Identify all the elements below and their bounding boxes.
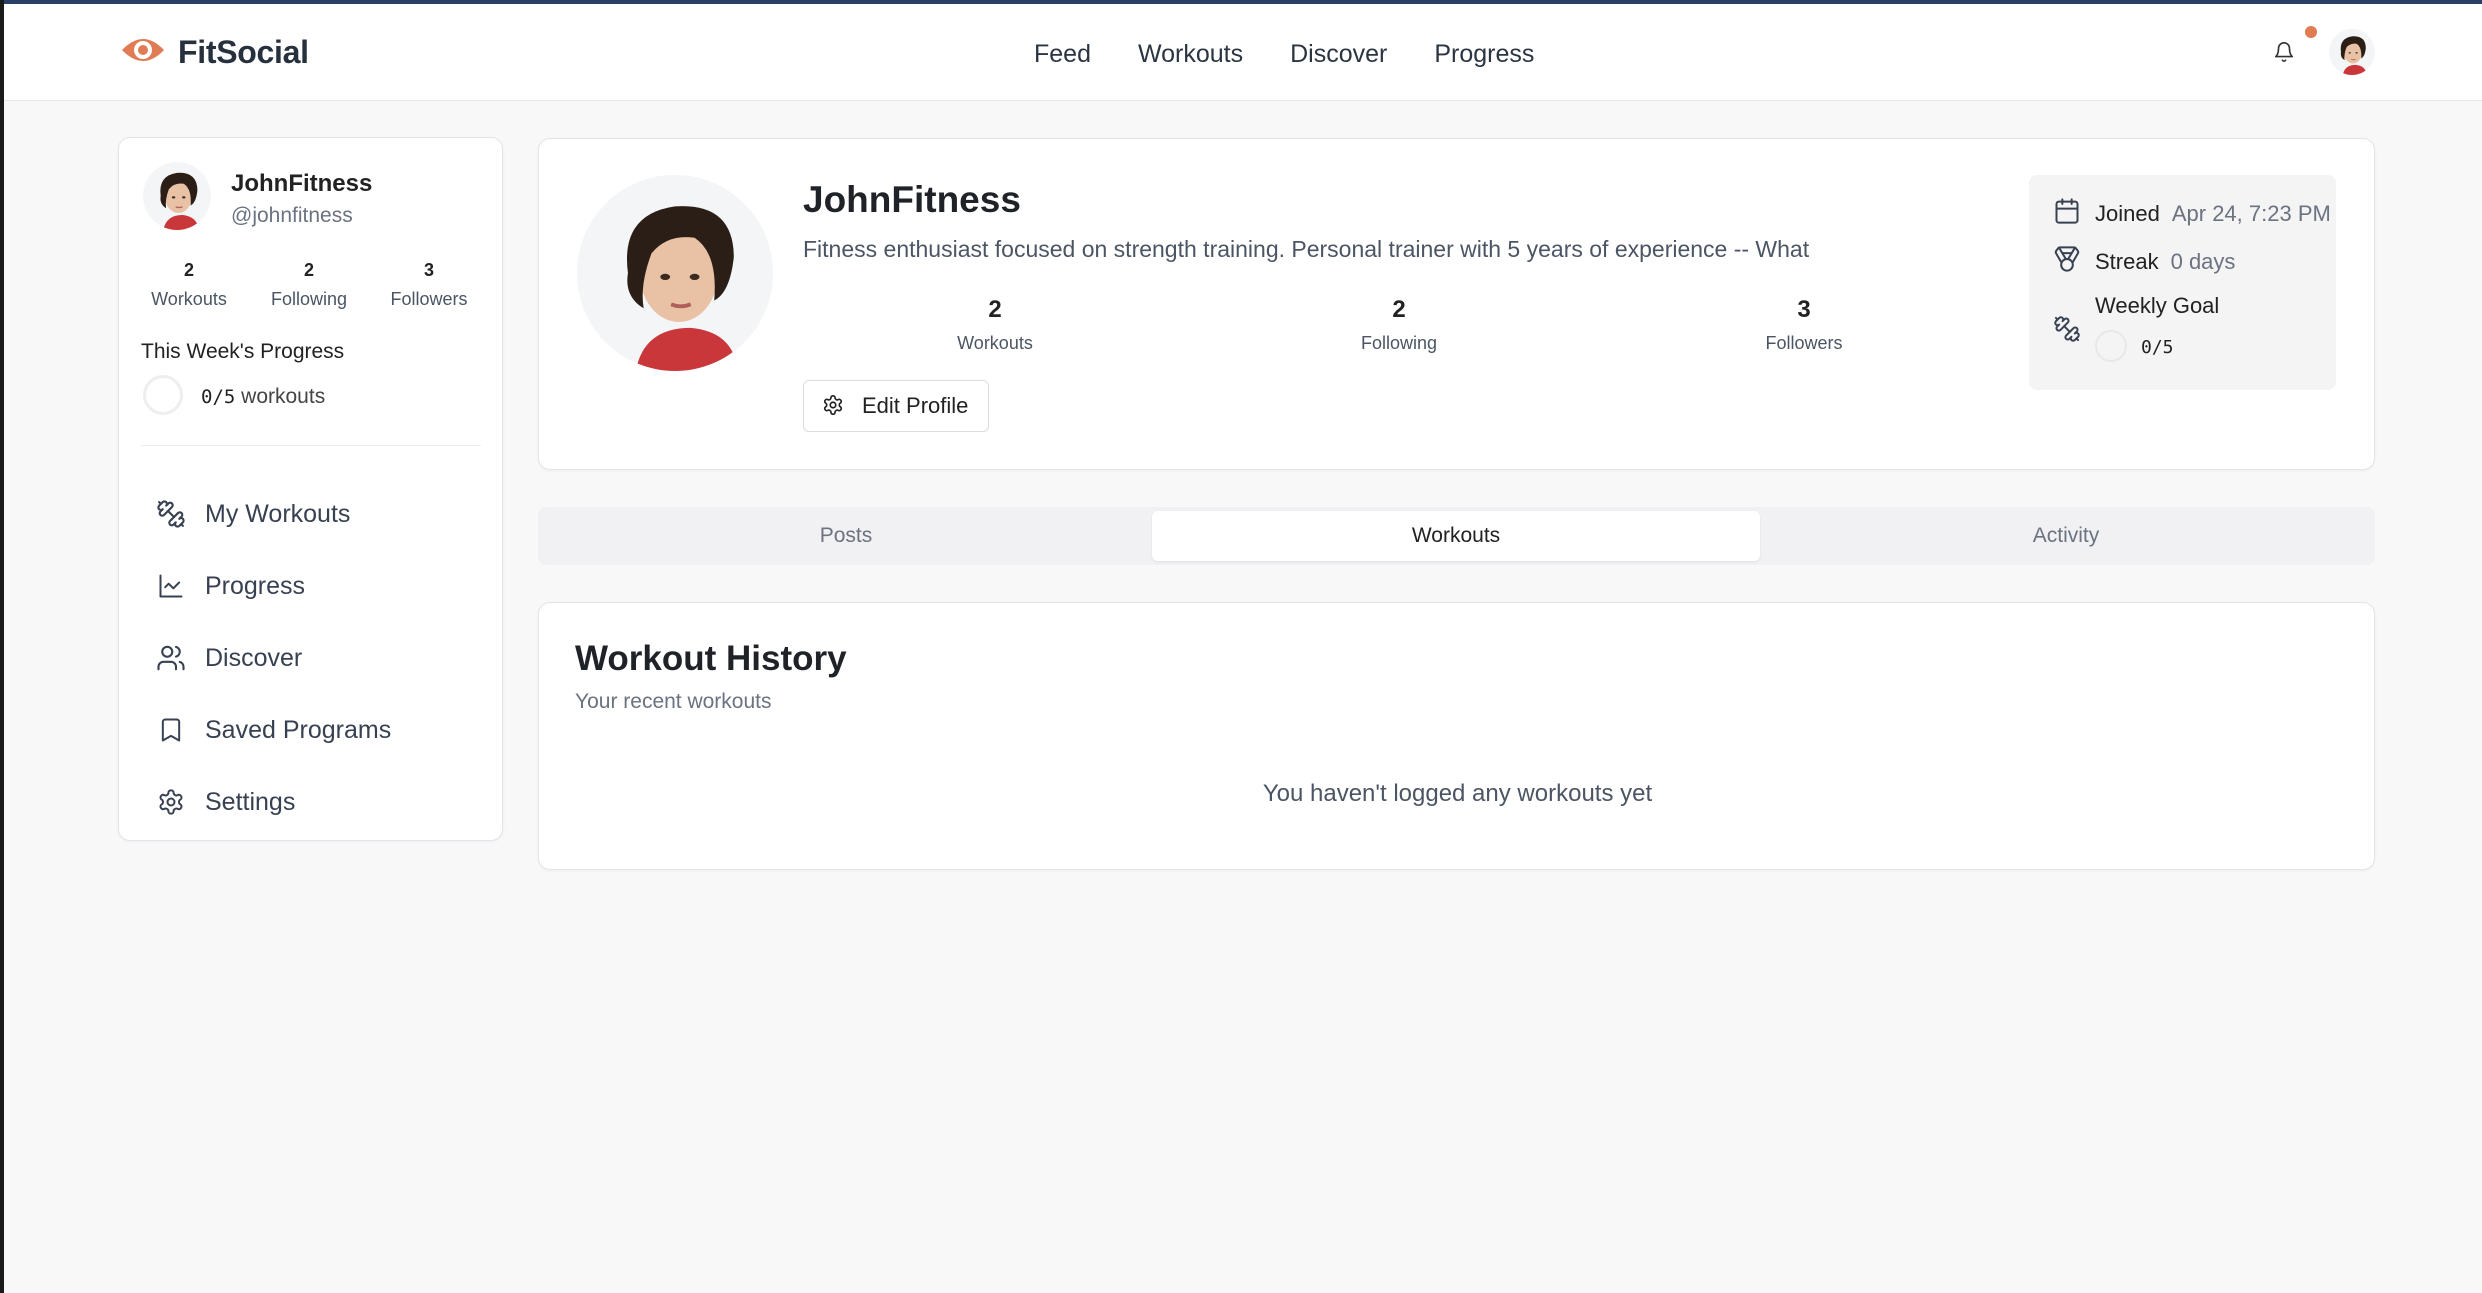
dumbbell-icon [153, 496, 189, 532]
stat-value: 3 [1797, 296, 1811, 323]
sidebar-divider [141, 445, 481, 446]
stat-value: 2 [988, 296, 1002, 323]
tab-workouts[interactable]: Workouts [1152, 511, 1760, 561]
main-nav: Feed Workouts Discover Progress [1034, 40, 1581, 69]
sidebar-item-label: My Workouts [205, 499, 351, 528]
profile-stat-followers: 3 Followers [1704, 296, 1904, 354]
profile-stat-workouts: 2 Workouts [895, 296, 1095, 354]
streak-row: Streak 0 days [2053, 245, 2235, 278]
window-left-border [0, 0, 4, 1293]
profile-avatar [577, 175, 773, 371]
sidebar-card: JohnFitness @johnfitness 2 Workouts 2 Fo… [118, 137, 503, 841]
stat-label: Workouts [957, 333, 1033, 353]
sidebar-user-name: JohnFitness [231, 170, 373, 197]
weekly-progress-suffix: workouts [235, 385, 326, 408]
user-avatar[interactable] [2329, 29, 2375, 75]
streak-label: Streak [2095, 248, 2159, 274]
sidebar-item-label: Progress [205, 571, 306, 600]
profile-bio: Fitness enthusiast focused on strength t… [803, 236, 1810, 262]
stat-value: 3 [423, 260, 434, 280]
weekly-goal-row: Weekly Goal [2053, 293, 2219, 348]
brand-name: FitSocial [178, 34, 309, 70]
profile-name: JohnFitness [803, 179, 1021, 220]
bell-icon[interactable] [2273, 40, 2295, 69]
bookmark-icon [153, 712, 189, 748]
stat-value: 2 [303, 260, 314, 280]
weekly-progress-count: 0/5 workouts [201, 385, 325, 409]
avatar[interactable] [143, 162, 211, 230]
profile-info-box: Joined Apr 24, 7:23 PM Streak 0 days Wee… [2029, 175, 2336, 390]
stat-value: 2 [1392, 296, 1406, 323]
profile-stat-following: 2 Following [1299, 296, 1499, 354]
top-navbar: FitSocial Feed Workouts Discover Progres… [4, 4, 2482, 101]
sidebar-item-discover[interactable]: Discover [153, 622, 391, 694]
users-icon [153, 640, 189, 676]
weekly-progress-title: This Week's Progress [141, 340, 345, 363]
edit-profile-button[interactable]: Edit Profile [803, 380, 989, 432]
stat-value: 2 [183, 260, 194, 280]
nav-link-discover[interactable]: Discover [1290, 40, 1387, 69]
empty-state-message: You haven't logged any workouts yet [1262, 780, 1653, 807]
workout-history-title: Workout History [575, 639, 847, 678]
profile-tabs: Posts Workouts Activity [538, 507, 2375, 565]
sidebar-menu: My Workouts Progress Discover Saved Prog… [153, 478, 391, 838]
weekly-progress-value: 0/5 [201, 386, 236, 408]
nav-link-feed[interactable]: Feed [1034, 40, 1091, 69]
stat-label: Following [1360, 333, 1438, 353]
sidebar-stat-workouts: 2 Workouts [129, 260, 249, 310]
sidebar-user-handle: @johnfitness [231, 204, 353, 227]
stat-label: Followers [1765, 333, 1843, 353]
dumbbell-icon [2053, 315, 2081, 348]
sidebar-item-label: Saved Programs [205, 715, 392, 744]
eye-logo-icon [120, 34, 166, 71]
nav-link-progress[interactable]: Progress [1434, 40, 1534, 69]
nav-link-workouts[interactable]: Workouts [1138, 40, 1243, 69]
weekly-goal-ring [2095, 330, 2127, 362]
workout-history-card: Workout History Your recent workouts You… [538, 602, 2375, 870]
streak-value: 0 days [2170, 248, 2236, 274]
tab-activity[interactable]: Activity [1762, 511, 2370, 561]
joined-row: Joined Apr 24, 7:23 PM [2053, 197, 2331, 230]
joined-value: Apr 24, 7:23 PM [2171, 200, 2331, 226]
stat-label: Following [270, 289, 348, 309]
sidebar-item-my-workouts[interactable]: My Workouts [153, 478, 391, 550]
sidebar-item-label: Discover [205, 643, 303, 672]
joined-label: Joined [2095, 200, 2160, 226]
stat-label: Followers [390, 289, 468, 309]
edit-profile-label: Edit Profile [862, 393, 969, 418]
workout-history-subtitle: Your recent workouts [575, 690, 772, 713]
sidebar-item-settings[interactable]: Settings [153, 766, 391, 838]
stat-label: Workouts [151, 289, 227, 309]
chart-line-icon [153, 568, 189, 604]
medal-icon [2053, 245, 2081, 278]
sidebar-item-saved-programs[interactable]: Saved Programs [153, 694, 391, 766]
sidebar-item-label: Settings [205, 787, 296, 816]
weekly-goal-value: 0/5 [2141, 337, 2174, 358]
sidebar-item-progress[interactable]: Progress [153, 550, 391, 622]
weekly-progress-ring [143, 375, 183, 415]
notification-dot [2305, 26, 2317, 38]
profile-card: JohnFitness Fitness enthusiast focused o… [538, 138, 2375, 470]
sidebar-stat-following: 2 Following [249, 260, 369, 310]
sidebar-stat-followers: 3 Followers [369, 260, 489, 310]
tab-posts[interactable]: Posts [542, 511, 1150, 561]
calendar-icon [2053, 197, 2081, 230]
weekly-goal-label: Weekly Goal [2095, 293, 2220, 318]
brand-logo[interactable]: FitSocial [120, 34, 309, 71]
gear-icon [153, 784, 189, 820]
gear-icon [822, 394, 844, 419]
